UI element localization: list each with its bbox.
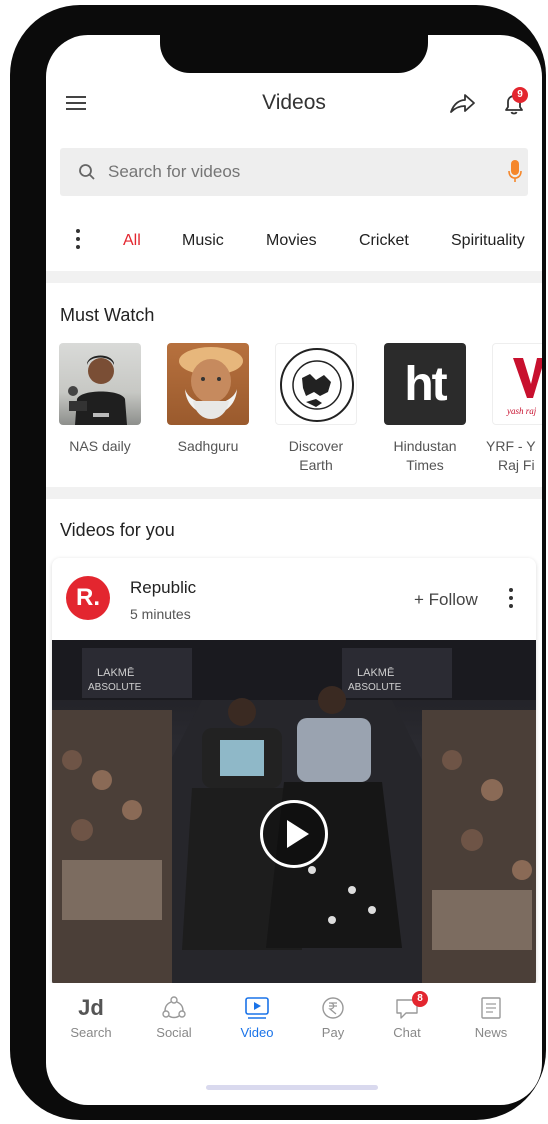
yrf-logo-text: yash raj [506,406,537,416]
tab-cricket[interactable]: Cricket [359,232,409,250]
nav-item-chat[interactable]: 8 Chat [372,991,442,1040]
channel-name-line1: Discover [288,438,344,454]
nav-label: Video [240,1025,274,1040]
follow-button[interactable]: + Follow [414,590,478,610]
channel-thumbnail: yash raj [492,343,542,425]
channel-name: Discover Earth [266,437,366,475]
channel-name-line1: YRF - Y [486,438,536,454]
more-categories-icon[interactable] [74,229,82,253]
ht-logo: ht [404,357,447,411]
banner-text: ABSOLUTE [88,682,142,693]
rupee-icon [298,993,368,1023]
search-bar[interactable] [60,148,528,196]
nav-label: Chat [393,1025,421,1040]
channel-sadhguru[interactable]: Sadhguru [158,343,258,456]
home-indicator[interactable] [206,1085,378,1090]
nav-label: Pay [321,1025,345,1040]
bottom-navigation: Jd Search Social Video Pay 8 Chat News [46,983,542,1055]
video-icon [222,993,292,1023]
banner-text: ABSOLUTE [348,682,402,693]
nav-item-social[interactable]: Social [139,993,209,1040]
channel-thumbnail: ht [384,343,466,425]
card-more-icon[interactable] [508,588,514,610]
channel-name-line2: Earth [299,457,333,473]
search-input[interactable] [106,161,476,183]
nav-label: Social [156,1025,192,1040]
post-time: 5 minutes [130,606,191,622]
publisher-name[interactable]: Republic [130,578,196,598]
video-thumbnail[interactable]: LAKMĒ ABSOLUTE LAKMĒ ABSOLUTE [52,640,536,988]
channel-nas-daily[interactable]: NAS daily [50,343,150,456]
phone-notch [160,35,428,73]
section-divider [46,271,542,283]
phone-frame: Videos 9 All [10,5,546,1120]
play-icon [287,820,309,848]
category-tabs: All Music Movies Cricket Spirituality [46,223,542,259]
video-card: R. Republic 5 minutes + Follow LAKMĒ ABS… [52,558,536,988]
nav-item-news[interactable]: News [456,993,526,1040]
channel-name-line2: Raj Fi [498,457,535,473]
channel-discover-earth[interactable]: Discover Earth [266,343,366,475]
search-icon [79,164,95,180]
channel-thumbnail [167,343,249,425]
tab-movies[interactable]: Movies [266,232,317,250]
nav-label: Search [70,1025,112,1040]
jd-logo-text: Jd [78,995,104,1020]
channel-name: Sadhguru [177,438,239,454]
banner-text: LAKMĒ [357,667,394,679]
channel-name: Hindustan Times [375,437,475,475]
nav-item-pay[interactable]: Pay [298,993,368,1040]
share-icon[interactable] [448,90,476,118]
chat-icon: 8 [372,991,442,1023]
videos-for-you-title: Videos for you [60,520,175,540]
microphone-icon[interactable] [508,159,522,185]
chat-badge: 8 [412,991,428,1007]
news-icon [456,993,526,1023]
channel-name: YRF - Y Raj Fi [482,437,542,475]
nav-item-search[interactable]: Jd Search [56,993,126,1040]
tab-music[interactable]: Music [182,232,224,250]
jd-logo-icon: Jd [56,993,126,1023]
nav-item-video[interactable]: Video [222,993,292,1040]
tab-spirituality[interactable]: Spirituality [451,232,525,250]
channel-name-line2: Times [406,457,444,473]
tab-all[interactable]: All [123,232,141,250]
nav-label: News [474,1025,508,1040]
channel-yrf[interactable]: yash raj YRF - Y Raj Fi [482,343,542,475]
channel-thumbnail [59,343,141,425]
play-button[interactable] [260,800,328,868]
channel-thumbnail [275,343,357,425]
notification-badge: 9 [512,87,528,103]
publisher-logo[interactable]: R. [66,576,110,620]
banner-text: LAKMĒ [97,667,134,679]
channel-name-line1: Hindustan [393,438,457,454]
section-divider [46,487,542,499]
channel-name: NAS daily [69,438,131,454]
must-watch-title: Must Watch [60,305,155,325]
social-icon [139,993,209,1023]
app-screen: Videos 9 All [46,35,542,1105]
channel-hindustan-times[interactable]: ht Hindustan Times [375,343,475,475]
